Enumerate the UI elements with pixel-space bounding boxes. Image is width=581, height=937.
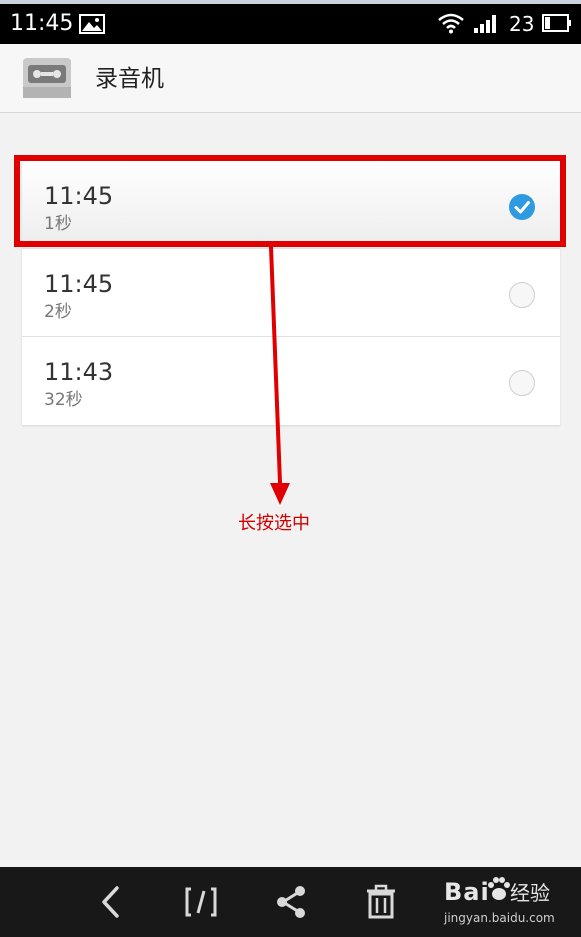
recording-duration: 32秒 — [44, 390, 83, 410]
status-time: 11:45 — [10, 11, 74, 36]
recording-time: 11:45 — [44, 270, 114, 298]
app-bar: 录音机 — [0, 44, 581, 113]
app-title: 录音机 — [95, 66, 164, 92]
rename-button[interactable] — [182, 883, 220, 921]
status-topline — [0, 0, 581, 4]
back-button[interactable] — [93, 883, 131, 921]
image-icon — [79, 14, 105, 34]
battery-level: 23 — [509, 12, 535, 36]
signal-icon — [474, 15, 496, 33]
watermark-brand: Bai — [444, 878, 490, 906]
watermark-cn: 经验 — [510, 881, 550, 905]
annotation-highlight-box — [14, 155, 566, 247]
unchecked-circle-icon[interactable] — [509, 370, 535, 396]
wifi-icon — [438, 13, 464, 34]
rename-icon — [185, 887, 217, 917]
recording-duration: 2秒 — [44, 302, 72, 322]
battery-icon — [542, 14, 571, 32]
share-icon — [277, 886, 305, 918]
annotation-label: 长按选中 — [238, 513, 310, 534]
watermark-url: jingyan.baidu.com — [444, 911, 555, 925]
share-button[interactable] — [272, 883, 310, 921]
recording-time: 11:43 — [44, 358, 114, 386]
cassette-icon — [23, 58, 71, 98]
delete-icon — [367, 884, 395, 919]
delete-button[interactable] — [362, 883, 400, 921]
baidu-watermark: Bai 经验 jingyan.baidu.com — [444, 874, 578, 932]
back-icon — [102, 886, 119, 918]
status-bar: 11:45 23 — [0, 0, 581, 44]
annotation-arrow — [269, 247, 290, 505]
unchecked-circle-icon[interactable] — [509, 282, 535, 308]
